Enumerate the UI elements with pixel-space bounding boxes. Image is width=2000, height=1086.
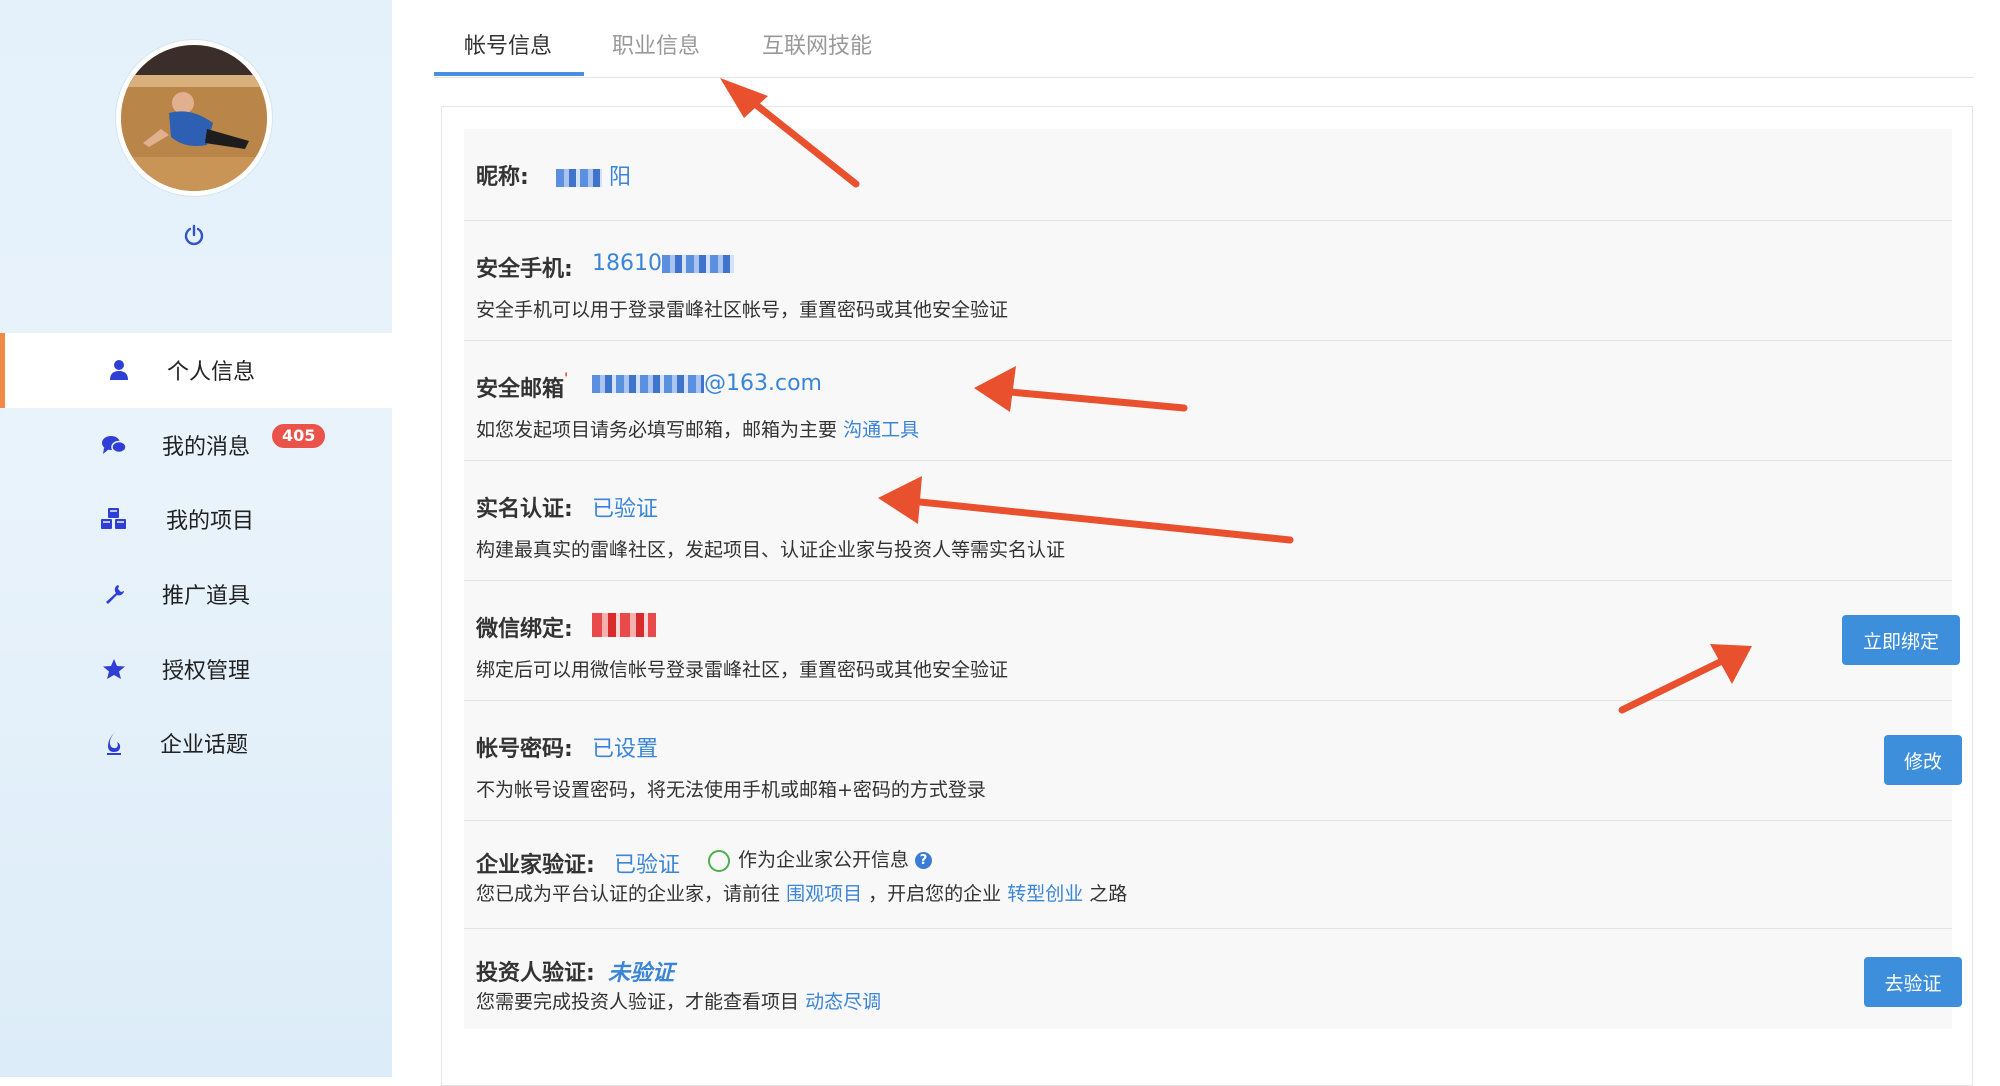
account-info-panel: 昵称: 阳 安全手机: 18610 安全手机可以用于登录雷峰社区帐号，重置密码或… bbox=[441, 106, 1973, 1086]
sidebar-item-label: 企业话题 bbox=[160, 733, 249, 759]
redacted-text bbox=[662, 255, 734, 273]
email-description: 如您发起项目请务必填写邮箱，邮箱为主要 沟通工具 bbox=[476, 419, 920, 441]
password-description: 不为帐号设置密码，将无法使用手机或邮箱+密码的方式登录 bbox=[476, 779, 986, 801]
email-row: 安全邮箱' @163.com 如您发起项目请务必填写邮箱，邮箱为主要 沟通工具 bbox=[464, 341, 1952, 461]
sidebar-menu: 个人信息 我的消息 405 我的项目 推广道具 授权管理 企业话题 bbox=[0, 333, 392, 781]
email-label: 安全邮箱' bbox=[476, 371, 569, 402]
cubes-icon bbox=[100, 505, 128, 533]
nickname-row: 昵称: 阳 bbox=[464, 129, 1952, 221]
sidebar-item-profile[interactable]: 个人信息 bbox=[0, 333, 392, 408]
avatar[interactable] bbox=[116, 40, 272, 196]
phone-description: 安全手机可以用于登录雷峰社区帐号，重置密码或其他安全验证 bbox=[476, 299, 1009, 321]
entrepreneur-label: 企业家验证: bbox=[476, 853, 595, 878]
investor-row: 投资人验证: 未验证 您需要完成投资人验证，才能查看项目 动态尽调 去验证 bbox=[464, 929, 1962, 1029]
realname-status: 已验证 bbox=[592, 497, 659, 522]
email-value: @163.com bbox=[592, 371, 822, 396]
sidebar-item-label: 个人信息 bbox=[167, 360, 256, 386]
due-diligence-link[interactable]: 动态尽调 bbox=[805, 991, 881, 1013]
investor-status: 未验证 bbox=[608, 961, 675, 986]
password-status: 已设置 bbox=[592, 737, 659, 762]
active-tab-indicator bbox=[434, 72, 584, 76]
nickname-value: 阳 bbox=[556, 159, 631, 191]
entrepreneur-description: 您已成为平台认证的企业家，请前往 围观项目 ，开启您的企业 转型创业 之路 bbox=[476, 883, 1128, 905]
communication-tools-link[interactable]: 沟通工具 bbox=[843, 419, 919, 441]
phone-row: 安全手机: 18610 安全手机可以用于登录雷峰社区帐号，重置密码或其他安全验证 bbox=[464, 221, 1952, 341]
sidebar-item-messages[interactable]: 我的消息 405 bbox=[0, 408, 392, 483]
password-row: 帐号密码: 已设置 不为帐号设置密码，将无法使用手机或邮箱+密码的方式登录 修改 bbox=[464, 701, 1962, 821]
sidebar-item-authorization[interactable]: 授权管理 bbox=[0, 631, 392, 706]
investor-description: 您需要完成投资人验证，才能查看项目 动态尽调 bbox=[476, 991, 882, 1013]
verify-investor-button[interactable]: 去验证 bbox=[1864, 957, 1962, 1007]
entrepreneur-row: 企业家验证: 已验证 作为企业家公开信息? 您已成为平台认证的企业家，请前往 围… bbox=[464, 821, 1952, 929]
investor-label: 投资人验证: bbox=[476, 961, 595, 986]
entrepreneur-status: 已验证 bbox=[614, 853, 681, 878]
sidebar-item-enterprise-topics[interactable]: 企业话题 bbox=[0, 706, 392, 781]
flame-icon bbox=[100, 729, 128, 757]
sidebar-item-promotion-tools[interactable]: 推广道具 bbox=[0, 557, 392, 632]
avatar-photo bbox=[121, 45, 267, 191]
sidebar: 个人信息 我的消息 405 我的项目 推广道具 授权管理 企业话题 bbox=[0, 0, 392, 1077]
transformation-link[interactable]: 转型创业 bbox=[1007, 883, 1083, 905]
unread-count-badge: 405 bbox=[272, 423, 326, 448]
view-projects-link[interactable]: 围观项目 bbox=[786, 883, 862, 905]
redacted-text bbox=[556, 169, 602, 187]
public-info-option: 作为企业家公开信息? bbox=[708, 845, 933, 872]
sidebar-item-label: 我的项目 bbox=[166, 509, 255, 535]
public-info-radio[interactable] bbox=[708, 849, 730, 872]
password-label: 帐号密码: bbox=[476, 737, 573, 762]
bind-wechat-button[interactable]: 立即绑定 bbox=[1842, 615, 1960, 665]
wechat-label: 微信绑定: bbox=[476, 617, 573, 642]
phone-label: 安全手机: bbox=[476, 257, 573, 282]
wechat-row: 微信绑定: 绑定后可以用微信帐号登录雷峰社区，重置密码或其他安全验证 立即绑定 bbox=[464, 581, 1960, 701]
sidebar-item-label: 我的消息 bbox=[162, 434, 251, 460]
sidebar-item-label: 推广道具 bbox=[162, 584, 251, 610]
power-icon[interactable] bbox=[183, 224, 205, 246]
star-icon bbox=[100, 655, 128, 683]
tab-internet-skills[interactable]: 互联网技能 bbox=[762, 28, 872, 60]
wrench-icon bbox=[100, 580, 128, 608]
change-password-button[interactable]: 修改 bbox=[1884, 735, 1962, 785]
wechat-description: 绑定后可以用微信帐号登录雷峰社区，重置密码或其他安全验证 bbox=[476, 659, 1009, 681]
nickname-label: 昵称: bbox=[476, 165, 529, 190]
redacted-wechat-name bbox=[592, 613, 656, 637]
redacted-text bbox=[592, 375, 704, 393]
realname-description: 构建最真实的雷峰社区，发起项目、认证企业家与投资人等需实名认证 bbox=[476, 539, 1066, 561]
help-icon[interactable]: ? bbox=[915, 852, 933, 869]
user-icon bbox=[105, 356, 133, 384]
realname-row: 实名认证: 已验证 构建最真实的雷峰社区，发起项目、认证企业家与投资人等需实名认… bbox=[464, 461, 1952, 581]
tab-account-info[interactable]: 帐号信息 bbox=[464, 28, 552, 60]
chat-icon bbox=[100, 431, 128, 459]
phone-value: 18610 bbox=[592, 251, 734, 276]
sidebar-item-projects[interactable]: 我的项目 bbox=[0, 482, 392, 557]
sidebar-item-label: 授权管理 bbox=[162, 658, 251, 684]
tab-career-info[interactable]: 职业信息 bbox=[612, 28, 700, 60]
tab-bar: 帐号信息 职业信息 互联网技能 bbox=[434, 0, 1974, 78]
realname-label: 实名认证: bbox=[476, 497, 573, 522]
